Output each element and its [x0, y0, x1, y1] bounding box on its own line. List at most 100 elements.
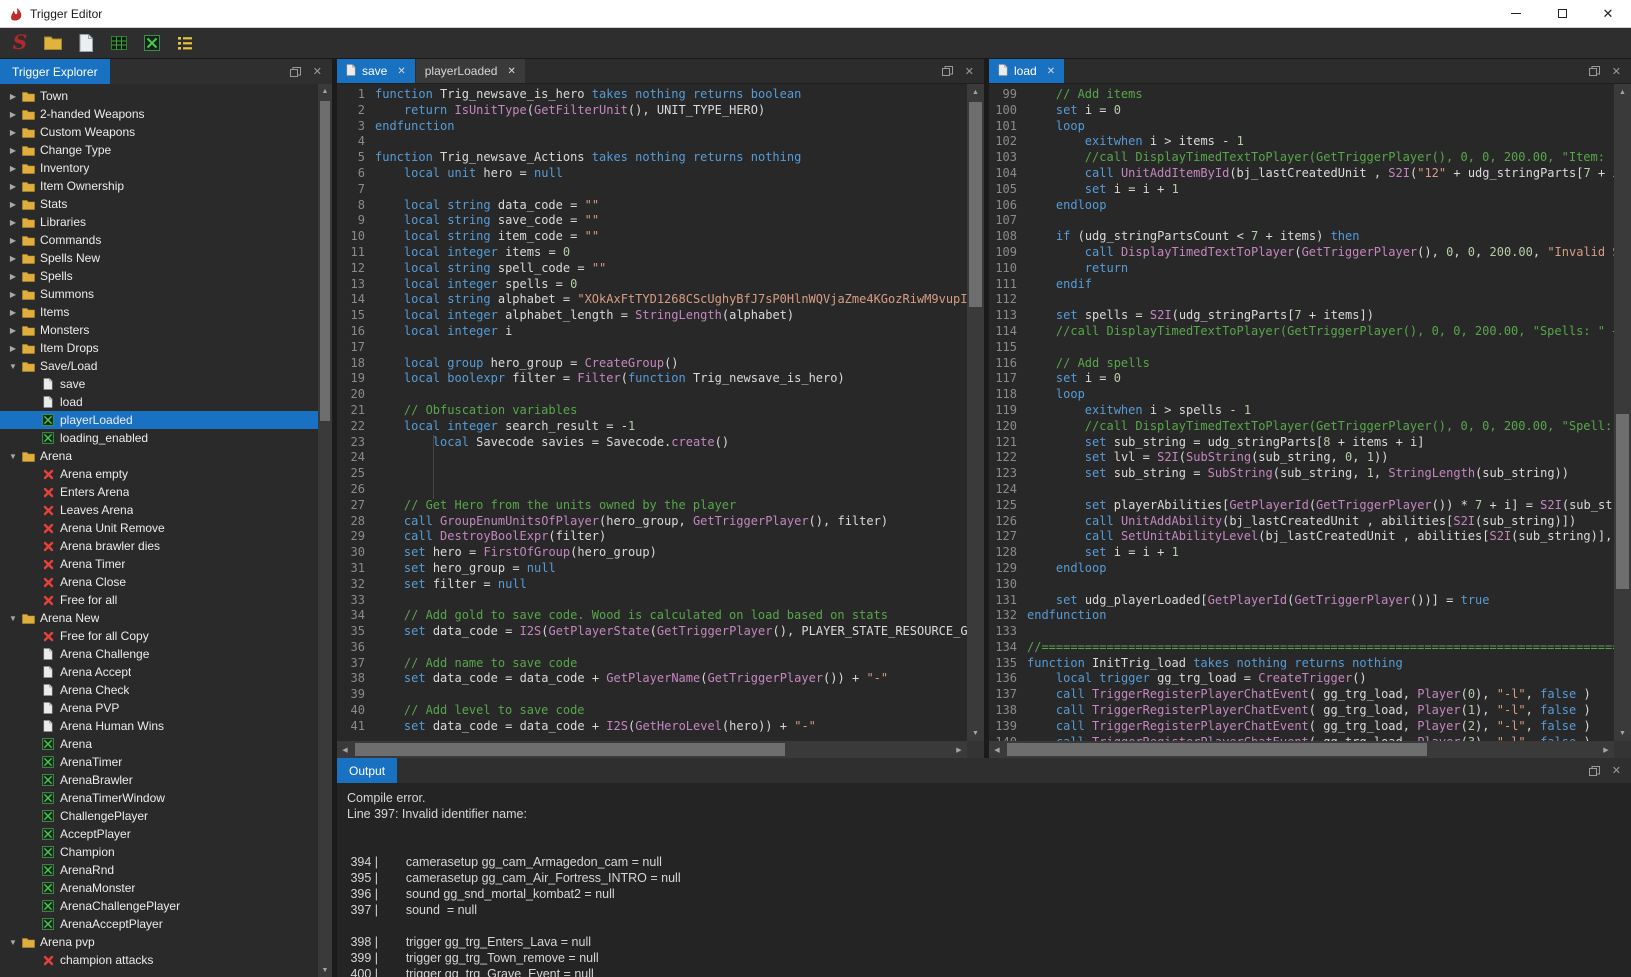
minimize-icon[interactable] [1493, 0, 1539, 27]
tree-item-arena-brawler-dies[interactable]: Arena brawler dies [0, 537, 318, 555]
code-line[interactable]: 117 set i = 0 [989, 371, 1614, 387]
tree-item-loading-enabled[interactable]: loading_enabled [0, 429, 318, 447]
tree-item-free-for-all-copy[interactable]: Free for all Copy [0, 627, 318, 645]
float-panel-icon[interactable] [1589, 66, 1600, 76]
code-line[interactable]: 126 call UnitAddAbility(bj_lastCreatedUn… [989, 514, 1614, 530]
close-panel-icon[interactable]: ✕ [965, 65, 974, 78]
tree-item-arenabrawler[interactable]: ArenaBrawler [0, 771, 318, 789]
grid-icon[interactable] [107, 31, 131, 55]
code-line[interactable]: 129 endloop [989, 561, 1614, 577]
close-tab-icon[interactable]: ✕ [507, 66, 515, 77]
scroll-up-icon[interactable]: ▲ [967, 84, 984, 100]
scrollbar-thumb[interactable] [1616, 414, 1629, 589]
chevron-collapsed-icon[interactable]: ▶ [6, 308, 20, 317]
code-line[interactable]: 136 local trigger gg_trg_load = CreateTr… [989, 671, 1614, 687]
scroll-right-icon[interactable]: ▶ [951, 741, 967, 758]
code-line[interactable]: 39 [337, 687, 967, 703]
chevron-collapsed-icon[interactable]: ▶ [6, 92, 20, 101]
close-tab-icon[interactable]: ✕ [397, 66, 405, 77]
tree-item-stats[interactable]: ▶Stats [0, 195, 318, 213]
code-line[interactable]: 17 [337, 340, 967, 356]
scroll-down-icon[interactable]: ▼ [1614, 725, 1631, 741]
scrollbar-thumb[interactable] [1007, 743, 1427, 756]
code-line[interactable]: 120 //call DisplayTimedTextToPlayer(GetT… [989, 419, 1614, 435]
close-panel-icon[interactable]: ✕ [1612, 764, 1621, 777]
code-line[interactable]: 116 // Add spells [989, 356, 1614, 372]
chevron-collapsed-icon[interactable]: ▶ [6, 164, 20, 173]
code-line[interactable]: 36 [337, 640, 967, 656]
code-line[interactable]: 2 return IsUnitType(GetFilterUnit(), UNI… [337, 103, 967, 119]
code-line[interactable]: 7 [337, 182, 967, 198]
scroll-down-icon[interactable]: ▼ [318, 963, 332, 977]
code-line[interactable]: 122 set lvl = S2I(SubString(sub_string, … [989, 450, 1614, 466]
code-line[interactable]: 134//===================================… [989, 640, 1614, 656]
code-line[interactable]: 16 local integer i [337, 324, 967, 340]
tree-item-monsters[interactable]: ▶Monsters [0, 321, 318, 339]
code-line[interactable]: 100 set i = 0 [989, 103, 1614, 119]
code-line[interactable]: 38 set data_code = data_code + GetPlayer… [337, 671, 967, 687]
explorer-vertical-scrollbar[interactable]: ▲ ▼ [318, 84, 332, 977]
code-line[interactable]: 139 call TriggerRegisterPlayerChatEvent(… [989, 719, 1614, 735]
code-line[interactable]: 29 call DestroyBoolExpr(filter) [337, 529, 967, 545]
tree-item-leaves-arena[interactable]: Leaves Arena [0, 501, 318, 519]
code-line[interactable]: 33 [337, 593, 967, 609]
code-line[interactable]: 132endfunction [989, 608, 1614, 624]
tab-save[interactable]: save ✕ [337, 59, 415, 83]
code-line[interactable]: 41 set data_code = data_code + I2S(GetHe… [337, 719, 967, 735]
tree-item-spells-new[interactable]: ▶Spells New [0, 249, 318, 267]
code-line[interactable]: 22 local integer search_result = -1 [337, 419, 967, 435]
tree-item-arenatimerwindow[interactable]: ArenaTimerWindow [0, 789, 318, 807]
chevron-collapsed-icon[interactable]: ▶ [6, 290, 20, 299]
code-line[interactable]: 20 [337, 387, 967, 403]
code-line[interactable]: 110 return [989, 261, 1614, 277]
code-line[interactable]: 13 local integer spells = 0 [337, 277, 967, 293]
chevron-collapsed-icon[interactable]: ▶ [6, 182, 20, 191]
chevron-collapsed-icon[interactable]: ▶ [6, 146, 20, 155]
code-line[interactable]: 104 call UnitAddItemById(bj_lastCreatedU… [989, 166, 1614, 182]
tree-item-arena-check[interactable]: Arena Check [0, 681, 318, 699]
chevron-collapsed-icon[interactable]: ▶ [6, 236, 20, 245]
close-panel-icon[interactable]: ✕ [1612, 65, 1621, 78]
scrollbar-thumb[interactable] [355, 743, 785, 756]
chevron-collapsed-icon[interactable]: ▶ [6, 344, 20, 353]
code-line[interactable]: 25 [337, 466, 967, 482]
tree-item-arena-pvp[interactable]: Arena PVP [0, 699, 318, 717]
tree-item-items[interactable]: ▶Items [0, 303, 318, 321]
tree-item-arena-new[interactable]: ▼Arena New [0, 609, 318, 627]
chevron-collapsed-icon[interactable]: ▶ [6, 254, 20, 263]
horizontal-scrollbar[interactable]: ◀ ▶ [989, 741, 1614, 758]
float-panel-icon[interactable] [290, 67, 301, 77]
code-line[interactable]: 121 set sub_string = udg_stringParts[8 +… [989, 435, 1614, 451]
tree-item-load[interactable]: load [0, 393, 318, 411]
tab-output[interactable]: Output [337, 758, 397, 783]
code-line[interactable]: 5function Trig_newsave_Actions takes not… [337, 150, 967, 166]
tree-item-2-handed-weapons[interactable]: ▶2-handed Weapons [0, 105, 318, 123]
tree-item-arena-challenge[interactable]: Arena Challenge [0, 645, 318, 663]
code-line[interactable]: 4 [337, 134, 967, 150]
code-editor-load[interactable]: 99 // Add items100 set i = 0101 loop102 … [989, 84, 1631, 741]
tree-item-arena-accept[interactable]: Arena Accept [0, 663, 318, 681]
tree-item-inventory[interactable]: ▶Inventory [0, 159, 318, 177]
scroll-up-icon[interactable]: ▲ [318, 84, 332, 98]
code-line[interactable]: 125 set playerAbilities[GetPlayerId(GetT… [989, 498, 1614, 514]
code-line[interactable]: 114 //call DisplayTimedTextToPlayer(GetT… [989, 324, 1614, 340]
chevron-collapsed-icon[interactable]: ▶ [6, 218, 20, 227]
code-line[interactable]: 115 [989, 340, 1614, 356]
tab-load[interactable]: load ✕ [989, 59, 1064, 83]
tree-item-champion-attacks[interactable]: champion attacks [0, 951, 318, 969]
code-line[interactable]: 106 endloop [989, 198, 1614, 214]
vertical-scrollbar[interactable]: ▲ ▼ [1614, 84, 1631, 741]
tree-item-item-drops[interactable]: ▶Item Drops [0, 339, 318, 357]
code-line[interactable]: 14 local string alphabet = "XOkAxFtTYD12… [337, 292, 967, 308]
chevron-expanded-icon[interactable]: ▼ [6, 452, 20, 461]
code-line[interactable]: 9 local string save_code = "" [337, 213, 967, 229]
tree-item-custom-weapons[interactable]: ▶Custom Weapons [0, 123, 318, 141]
tree-item-item-ownership[interactable]: ▶Item Ownership [0, 177, 318, 195]
tree-item-arenamonster[interactable]: ArenaMonster [0, 879, 318, 897]
code-line[interactable]: 101 loop [989, 119, 1614, 135]
scroll-right-icon[interactable]: ▶ [1598, 741, 1614, 758]
maximize-icon[interactable] [1539, 0, 1585, 27]
chevron-collapsed-icon[interactable]: ▶ [6, 128, 20, 137]
code-line[interactable]: 103 //call DisplayTimedTextToPlayer(GetT… [989, 150, 1614, 166]
tab-playerloaded[interactable]: playerLoaded ✕ [416, 59, 525, 83]
